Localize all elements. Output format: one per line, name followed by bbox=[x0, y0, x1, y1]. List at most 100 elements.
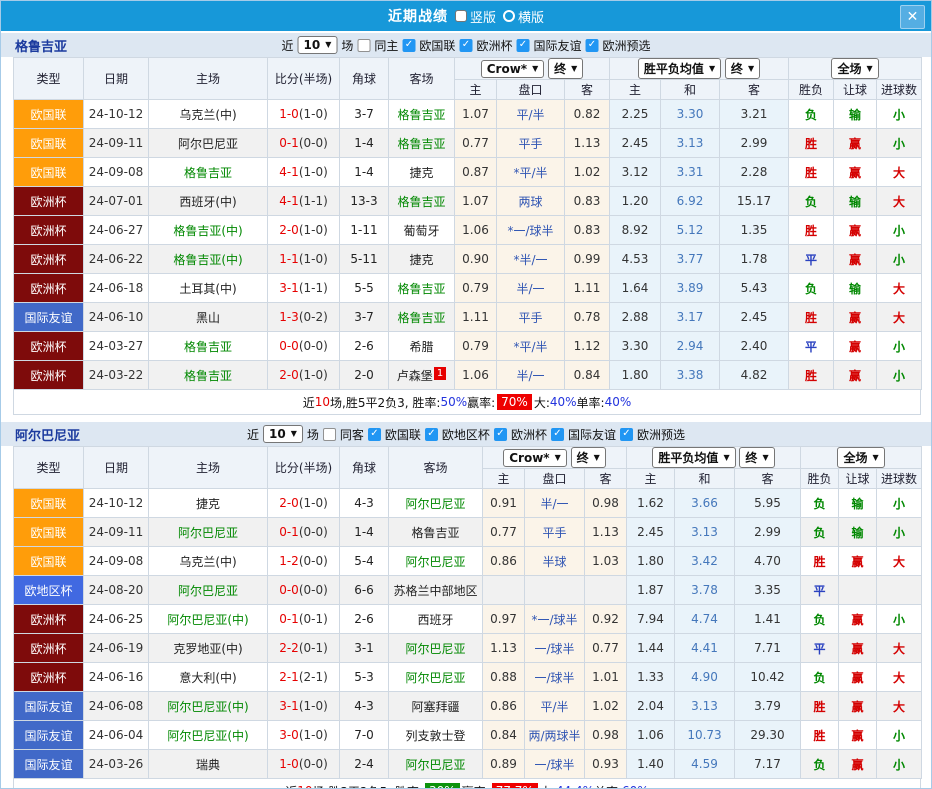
handicap-result-cell: 输 bbox=[834, 187, 877, 216]
match-type-badge: 欧国联 bbox=[14, 489, 84, 518]
games-count-select[interactable]: 10▼ bbox=[298, 36, 338, 54]
home-team-name: 阿尔巴尼亚(中) bbox=[167, 729, 248, 743]
avg-win-cell: 2.45 bbox=[610, 129, 661, 158]
avg-draw-cell: 6.92 bbox=[661, 187, 720, 216]
summary-part: 场,胜5平2负3, 胜率: bbox=[330, 394, 440, 411]
red-card-badge: 1 bbox=[434, 367, 446, 380]
avg-win-cell: 1.87 bbox=[627, 576, 675, 605]
handicap-cell: 一/球半 bbox=[525, 663, 585, 692]
scope-select[interactable]: 全场▼ bbox=[831, 58, 878, 79]
match-date: 24-09-08 bbox=[84, 547, 149, 576]
handicap-cell: *一/球半 bbox=[525, 605, 585, 634]
match-row: 欧洲杯24-03-22格鲁吉亚2-0(1-0)2-0卢森堡11.06半/一0.8… bbox=[14, 361, 922, 390]
col-corner: 角球 bbox=[340, 58, 389, 100]
fulltime-score: 2-2 bbox=[279, 641, 299, 655]
competition-checkbox[interactable]: ✓ bbox=[585, 39, 598, 52]
competition-checkbox[interactable]: ✓ bbox=[368, 428, 381, 441]
col-result: 胜负 bbox=[801, 469, 839, 489]
avg-win-cell: 1.62 bbox=[627, 489, 675, 518]
result-cell: 胜 bbox=[801, 721, 839, 750]
odds-stage-select[interactable]: 终▼ bbox=[571, 447, 606, 468]
odds-stage-value: 终 bbox=[554, 60, 566, 77]
match-date: 24-06-10 bbox=[84, 303, 149, 332]
layout-horizontal-option[interactable]: 横版 bbox=[503, 7, 544, 26]
handicap-result-cell: 赢 bbox=[834, 216, 877, 245]
match-date: 24-09-11 bbox=[84, 129, 149, 158]
odds-stage-select[interactable]: 终▼ bbox=[548, 58, 583, 79]
odds-group-header: Crow*▼ 终▼ bbox=[455, 58, 610, 80]
handicap-result-cell: 赢 bbox=[834, 303, 877, 332]
corners-cell: 5-4 bbox=[340, 547, 389, 576]
avg-type-select[interactable]: 胜平负均值▼ bbox=[652, 447, 735, 468]
home-team-name: 克罗地亚(中) bbox=[173, 642, 242, 656]
odds-home-cell: 1.07 bbox=[455, 100, 497, 129]
col-odds-home: 主 bbox=[483, 469, 525, 489]
goals-result-cell: 小 bbox=[877, 489, 922, 518]
avg-win-cell: 1.64 bbox=[610, 274, 661, 303]
score-cell: 1-3(0-2) bbox=[268, 303, 340, 332]
away-team-name: 列支敦士登 bbox=[405, 729, 465, 743]
match-date: 24-06-25 bbox=[84, 605, 149, 634]
odds-provider-select[interactable]: Crow*▼ bbox=[503, 449, 567, 467]
halftime-score: (0-0) bbox=[299, 583, 328, 597]
col-goals: 进球数 bbox=[877, 80, 922, 100]
match-type-badge: 欧国联 bbox=[14, 518, 84, 547]
avg-win-cell: 7.94 bbox=[627, 605, 675, 634]
away-team-cell: 苏格兰中部地区 bbox=[389, 576, 483, 605]
summary-part: 近 bbox=[285, 783, 297, 789]
avg-draw-cell: 3.30 bbox=[661, 100, 720, 129]
fulltime-score: 3-0 bbox=[279, 728, 299, 742]
avg-type-select[interactable]: 胜平负均值▼ bbox=[638, 58, 721, 79]
scope-select[interactable]: 全场▼ bbox=[837, 447, 884, 468]
odds-away-cell: 0.83 bbox=[565, 187, 610, 216]
corners-cell: 3-1 bbox=[340, 634, 389, 663]
odds-away-cell: 0.93 bbox=[585, 750, 627, 779]
odds-away-cell: 0.98 bbox=[585, 721, 627, 750]
home-team-cell: 黑山 bbox=[149, 303, 268, 332]
summary-part: 大: bbox=[534, 394, 550, 411]
check-icon: ✓ bbox=[427, 429, 435, 439]
same-side-checkbox[interactable] bbox=[323, 428, 336, 441]
summary-part: 场,胜3平2负5, 胜率: bbox=[313, 783, 423, 789]
result-cell: 胜 bbox=[801, 692, 839, 721]
competition-checkbox[interactable]: ✓ bbox=[551, 428, 564, 441]
odds-away-cell: 0.98 bbox=[585, 489, 627, 518]
home-team-name: 格鲁吉亚 bbox=[184, 369, 232, 383]
check-icon: ✓ bbox=[519, 40, 527, 50]
home-team-name: 阿尔巴尼亚 bbox=[178, 526, 238, 540]
away-team-cell: 列支敦士登 bbox=[389, 721, 483, 750]
score-cell: 1-0(0-0) bbox=[268, 750, 340, 779]
avg-lose-cell: 29.30 bbox=[735, 721, 801, 750]
competition-checkbox[interactable]: ✓ bbox=[494, 428, 507, 441]
competition-checkbox[interactable]: ✓ bbox=[425, 428, 438, 441]
summary-part: 70% bbox=[497, 394, 532, 410]
layout-vertical-option[interactable]: 竖版 bbox=[455, 7, 496, 26]
summary-part: 单率: bbox=[594, 783, 622, 789]
odds-home-cell: 0.84 bbox=[483, 721, 525, 750]
avg-lose-cell: 2.45 bbox=[720, 303, 789, 332]
filter-bar: 近10▼场同客✓欧国联✓欧地区杯✓欧洲杯✓国际友谊✓欧洲预选 bbox=[246, 425, 686, 443]
avg-stage-select[interactable]: 终▼ bbox=[725, 58, 760, 79]
handicap-cell: 平手 bbox=[525, 518, 585, 547]
away-team-cell: 葡萄牙 bbox=[389, 216, 455, 245]
recent-results-dialog: 近期战绩 竖版 横版 ✕ 格鲁吉亚 近10▼场同主✓欧国联✓欧洲杯✓国际友谊✓欧… bbox=[0, 0, 932, 789]
result-cell: 负 bbox=[789, 274, 834, 303]
match-row: 国际友谊24-06-04阿尔巴尼亚(中)3-0(1-0)7-0列支敦士登0.84… bbox=[14, 721, 922, 750]
match-date: 24-03-27 bbox=[84, 332, 149, 361]
games-count-select[interactable]: 10▼ bbox=[263, 425, 303, 443]
competition-checkbox[interactable]: ✓ bbox=[516, 39, 529, 52]
competition-checkbox[interactable]: ✓ bbox=[402, 39, 415, 52]
home-team-cell: 阿尔巴尼亚(中) bbox=[149, 605, 268, 634]
avg-lose-cell: 2.99 bbox=[720, 129, 789, 158]
fulltime-score: 1-2 bbox=[279, 554, 299, 568]
competition-checkbox[interactable]: ✓ bbox=[620, 428, 633, 441]
odds-provider-select[interactable]: Crow*▼ bbox=[481, 60, 545, 78]
away-team-cell: 阿尔巴尼亚 bbox=[389, 663, 483, 692]
away-team-cell: 格鲁吉亚 bbox=[389, 187, 455, 216]
same-side-checkbox[interactable] bbox=[357, 39, 370, 52]
avg-stage-select[interactable]: 终▼ bbox=[739, 447, 774, 468]
col-handicap-result: 让球 bbox=[839, 469, 877, 489]
close-button[interactable]: ✕ bbox=[900, 5, 925, 29]
avg-lose-cell: 5.95 bbox=[735, 489, 801, 518]
competition-checkbox[interactable]: ✓ bbox=[459, 39, 472, 52]
